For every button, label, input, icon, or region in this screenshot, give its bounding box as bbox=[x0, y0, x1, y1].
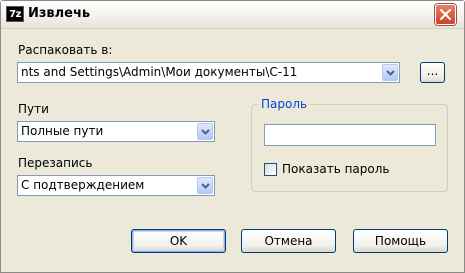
title-bar[interactable]: 7z Извлечь bbox=[1, 1, 464, 29]
window-title: Извлечь bbox=[28, 6, 91, 21]
browse-button[interactable]: ... bbox=[420, 62, 445, 83]
7zip-app-icon: 7z bbox=[6, 6, 24, 22]
help-button[interactable]: Помощь bbox=[353, 229, 448, 253]
password-input[interactable] bbox=[264, 124, 436, 146]
close-button[interactable] bbox=[435, 4, 456, 25]
extract-path-combobox[interactable]: nts and Settings\Admin\Мои документы\C-1… bbox=[17, 62, 400, 83]
show-password-label[interactable]: Показать пароль bbox=[282, 162, 389, 176]
overwrite-label: Перезапись bbox=[18, 156, 93, 170]
paths-dropdown-button[interactable] bbox=[197, 123, 213, 140]
overwrite-select[interactable]: С подтверждением bbox=[17, 175, 215, 196]
show-password-checkbox[interactable] bbox=[264, 163, 277, 176]
ok-button[interactable]: OK bbox=[131, 229, 226, 253]
extract-path-dropdown-button[interactable] bbox=[382, 64, 398, 81]
extract-path-value: nts and Settings\Admin\Мои документы\C-1… bbox=[21, 65, 298, 79]
overwrite-dropdown-button[interactable] bbox=[197, 177, 213, 194]
extract-to-label: Распаковать в: bbox=[18, 43, 113, 57]
close-icon bbox=[440, 9, 451, 20]
password-group-title: Пароль bbox=[258, 97, 311, 111]
password-group bbox=[251, 104, 448, 192]
paths-selected-value: Полные пути bbox=[21, 124, 104, 138]
chevron-down-icon bbox=[201, 183, 210, 189]
cancel-button[interactable]: Отмена bbox=[241, 229, 336, 253]
chevron-down-icon bbox=[201, 129, 210, 135]
chevron-down-icon bbox=[386, 70, 395, 76]
overwrite-selected-value: С подтверждением bbox=[21, 178, 145, 192]
paths-label: Пути bbox=[18, 102, 49, 116]
extract-dialog: 7z Извлечь Распаковать в: nts and Settin… bbox=[0, 0, 465, 273]
paths-select[interactable]: Полные пути bbox=[17, 121, 215, 142]
